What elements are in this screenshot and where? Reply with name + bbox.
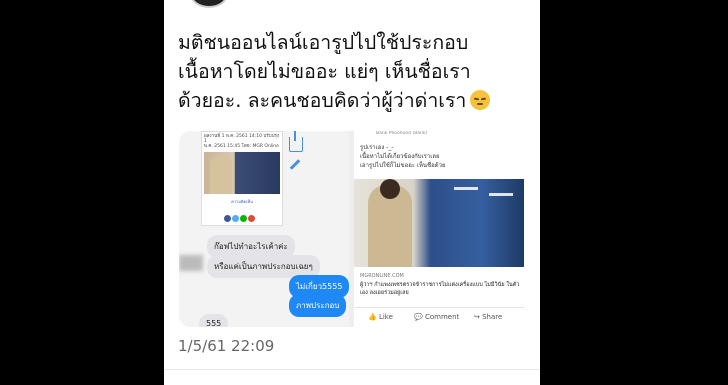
chat-bubble-sent: ภาพประกอบ bbox=[289, 294, 347, 317]
article-meta-line: พ.ค. 2561 15:45 โดย: MGR Online bbox=[204, 144, 279, 149]
tweet-line: เนื้อหาโดยไม่ขออะ แย่ๆ เห็นชื่อเรา bbox=[178, 60, 471, 83]
tweet-media[interactable]: ผลงานพี่ 1 พ.ค. 2561 14:10 ปรับปรุง 1 พ.… bbox=[179, 131, 524, 327]
twitter-icon bbox=[232, 215, 239, 222]
blurred-avatar bbox=[179, 255, 203, 271]
media-image-chat[interactable]: ผลงานพี่ 1 พ.ค. 2561 14:10 ปรับปรุง 1 พ.… bbox=[179, 131, 350, 327]
tweet-text: มติชนออนไลน์เอารูปไปใช้ประกอบ เนื้อหาโดย… bbox=[178, 28, 528, 115]
google-plus-icon bbox=[248, 215, 255, 222]
post-actions: 👍 Like 💬 Comment ↪ Share bbox=[354, 307, 524, 327]
shared-article-card: ผลงานพี่ 1 พ.ค. 2561 14:10 ปรับปรุง 1 พ.… bbox=[201, 131, 283, 226]
post-caption-line: เนื้อหาไม่ได้เกี่ยวข้องกับเราเลย bbox=[360, 153, 440, 160]
article-meta-line: ผลงานพี่ 1 พ.ค. 2561 14:10 ปรับปรุง 1 bbox=[204, 134, 280, 144]
article-meta: ผลงานพี่ 1 พ.ค. 2561 14:10 ปรับปรุง 1 พ.… bbox=[204, 134, 280, 149]
post-photo bbox=[354, 179, 524, 267]
share-buttons bbox=[224, 207, 256, 226]
like-button[interactable]: 👍 Like bbox=[368, 313, 393, 321]
edit-icon bbox=[289, 159, 301, 170]
line-icon bbox=[240, 215, 247, 222]
media-image-post[interactable]: Bank Phoohood (Bank) รูปเราเอง -_- เนื้อ… bbox=[354, 131, 524, 327]
tweet-line: มติชนออนไลน์เอารูปไปใช้ประกอบ bbox=[178, 31, 469, 54]
post-caption-line: รูปเราเอง -_- bbox=[360, 144, 394, 151]
post-author: Bank Phoohood (Bank) bbox=[376, 131, 428, 136]
avatar[interactable] bbox=[190, 0, 228, 8]
chat-bubble-received: 555 bbox=[199, 314, 229, 327]
article-photo bbox=[204, 152, 280, 194]
tweet-timestamp[interactable]: 1/5/61 22:09 bbox=[178, 337, 274, 355]
facebook-icon bbox=[224, 215, 231, 222]
post-caption-line: เอารูปไปใช้ก็ไม่ขออะ เห็นชื่อด้วย bbox=[360, 162, 446, 169]
link-headline: ผู้ว่าฯ กำแพงเพชรตรวจข้าราชการไม่แต่งเคร… bbox=[360, 282, 520, 296]
tweet-line: ด้วยอะ. ละคนชอบคิดว่าผู้ว่าด่าเรา bbox=[178, 86, 528, 115]
tweet-card: มติชนออนไลน์เอารูปไปใช้ประกอบ เนื้อหาโดย… bbox=[164, 0, 540, 385]
share-label: ความคิดเห็น bbox=[231, 199, 253, 204]
pensive-face-emoji-icon bbox=[470, 90, 491, 110]
share-icon bbox=[289, 131, 303, 152]
tweet-line-text: ด้วยอะ. ละคนชอบคิดว่าผู้ว่าด่าเรา bbox=[178, 89, 467, 112]
divider bbox=[164, 369, 540, 370]
post-caption: รูปเราเอง -_- เนื้อหาไม่ได้เกี่ยวข้องกับ… bbox=[360, 143, 446, 170]
comment-button[interactable]: 💬 Comment bbox=[414, 313, 459, 321]
link-source: MGRONLINE.COM bbox=[360, 273, 404, 279]
share-button[interactable]: ↪ Share bbox=[474, 313, 502, 321]
